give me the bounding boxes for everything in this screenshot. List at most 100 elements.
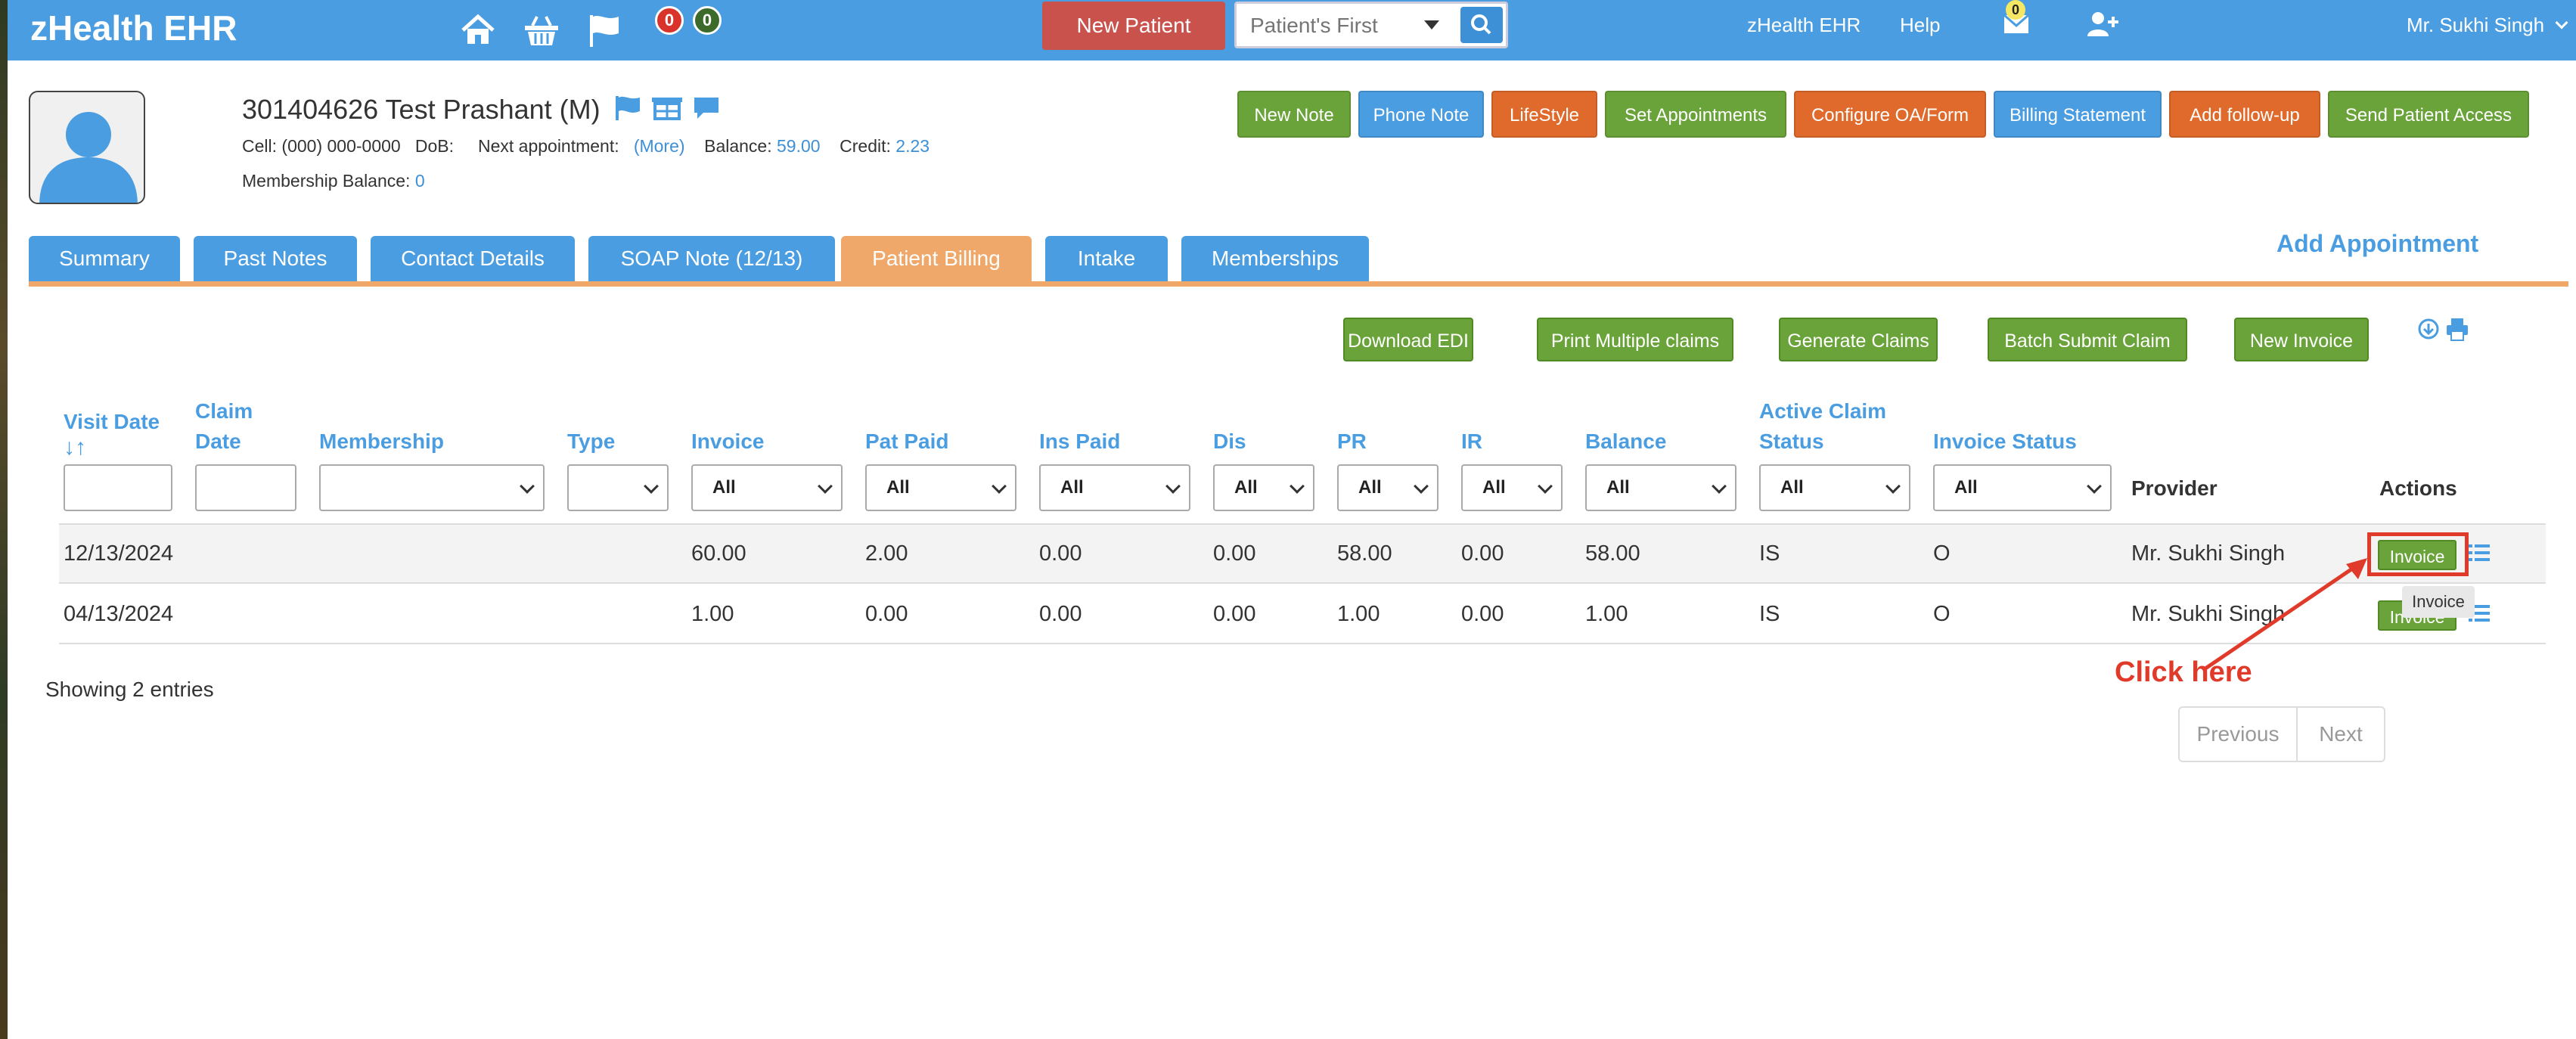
tab-summary[interactable]: Summary — [29, 236, 180, 281]
patient-name-line: 301404626 Test Prashant (M) — [242, 94, 722, 126]
filter-claim-date[interactable] — [195, 464, 296, 511]
person-silhouette-icon — [39, 112, 138, 203]
chevron-down-icon — [1885, 479, 1901, 494]
tab-contact-details[interactable]: Contact Details — [371, 236, 575, 281]
brand-logo[interactable]: zHealth EHR — [30, 8, 237, 48]
user-name: Mr. Sukhi Singh — [2407, 14, 2545, 36]
ehr-link[interactable]: zHealth EHR — [1747, 14, 1861, 37]
chevron-down-icon — [1538, 479, 1553, 494]
set-appointments-button[interactable]: Set Appointments — [1605, 91, 1786, 138]
header-visit-date[interactable]: Visit Date ↓↑ — [64, 407, 160, 459]
header-claim-date[interactable]: Claim Date — [195, 396, 253, 457]
cell-label: Cell: — [242, 136, 278, 156]
patient-search-input[interactable] — [1250, 8, 1417, 43]
print-multiple-claims-button[interactable]: Print Multiple claims — [1537, 318, 1733, 361]
filter-invoice-status[interactable]: All — [1933, 464, 2112, 511]
filter-visit-date[interactable] — [64, 464, 172, 511]
tab-past-notes[interactable]: Past Notes — [194, 236, 357, 281]
filter-invoice[interactable]: All — [691, 464, 843, 511]
calendar-table-icon[interactable] — [650, 95, 684, 122]
alert-badge-red[interactable]: 0 — [655, 6, 684, 35]
add-appointment-link[interactable]: Add Appointment — [2277, 230, 2478, 258]
tab-soap-note[interactable]: SOAP Note (12/13) — [588, 236, 835, 281]
header-invoice[interactable]: Invoice — [691, 426, 764, 457]
header-ir[interactable]: IR — [1461, 426, 1482, 457]
header-provider: Provider — [2131, 476, 2218, 500]
print-icon[interactable] — [2444, 316, 2470, 342]
tab-memberships[interactable]: Memberships — [1181, 236, 1369, 281]
header-invoice-status[interactable]: Invoice Status — [1933, 426, 2077, 457]
cell-value: (000) 000-0000 — [281, 136, 401, 156]
filter-active-claim-status[interactable]: All — [1759, 464, 1910, 511]
billing-statement-button[interactable]: Billing Statement — [1994, 91, 2162, 138]
filter-pat-paid[interactable]: All — [865, 464, 1016, 511]
pagination-previous[interactable]: Previous — [2178, 706, 2298, 762]
chevron-down-icon — [2555, 16, 2568, 29]
cell-visit-date: 04/13/2024 — [64, 602, 174, 626]
credit-label: Credit: — [840, 136, 891, 156]
alert-badge-green[interactable]: 0 — [693, 6, 722, 35]
add-follow-up-button[interactable]: Add follow-up — [2169, 91, 2320, 138]
cell-invoice-status: O — [1933, 541, 1951, 566]
filter-dis[interactable]: All — [1213, 464, 1314, 511]
configure-oa-form-button[interactable]: Configure OA/Form — [1794, 91, 1986, 138]
send-patient-access-button[interactable]: Send Patient Access — [2328, 91, 2529, 138]
search-dropdown-caret-icon[interactable] — [1424, 20, 1439, 29]
filter-balance[interactable]: All — [1585, 464, 1736, 511]
header-balance[interactable]: Balance — [1585, 426, 1666, 457]
basket-icon[interactable] — [522, 11, 561, 50]
batch-submit-claim-button[interactable]: Batch Submit Claim — [1988, 318, 2187, 361]
filter-pr[interactable]: All — [1337, 464, 1439, 511]
next-appointment-more-link[interactable]: (More) — [634, 136, 685, 156]
cell-claim-status: IS — [1759, 541, 1780, 566]
list-menu-icon[interactable] — [2469, 541, 2490, 564]
cell-invoice-status: O — [1933, 602, 1951, 626]
phone-note-button[interactable]: Phone Note — [1358, 91, 1484, 138]
download-icon[interactable] — [2417, 318, 2440, 340]
header-ins-paid[interactable]: Ins Paid — [1039, 426, 1120, 457]
chevron-down-icon — [2087, 479, 2102, 494]
flag-icon[interactable] — [613, 95, 643, 122]
filter-type[interactable] — [567, 464, 669, 511]
filter-ins-paid[interactable]: All — [1039, 464, 1190, 511]
filter-membership[interactable] — [319, 464, 545, 511]
cell-ir: 0.00 — [1461, 602, 1504, 626]
chat-icon[interactable] — [691, 95, 722, 122]
tab-underline — [29, 281, 2568, 287]
credit-value[interactable]: 2.23 — [895, 136, 930, 156]
header-type[interactable]: Type — [567, 426, 615, 457]
tab-intake[interactable]: Intake — [1045, 236, 1168, 281]
header-pr[interactable]: PR — [1337, 426, 1367, 457]
download-edi-button[interactable]: Download EDI — [1343, 318, 1473, 361]
header-membership[interactable]: Membership — [319, 426, 444, 457]
sort-icon[interactable]: ↓↑ — [64, 436, 160, 459]
cell-ins-paid: 0.00 — [1039, 541, 1082, 566]
tab-patient-billing[interactable]: Patient Billing — [841, 236, 1032, 281]
add-user-icon[interactable] — [2086, 9, 2119, 39]
header-pat-paid[interactable]: Pat Paid — [865, 426, 948, 457]
cell-pr: 58.00 — [1337, 541, 1392, 566]
membership-balance-value[interactable]: 0 — [415, 171, 425, 191]
pagination-next[interactable]: Next — [2296, 706, 2385, 762]
cell-claim-status: IS — [1759, 602, 1780, 626]
user-menu[interactable]: Mr. Sukhi Singh — [2407, 14, 2568, 37]
generate-claims-button[interactable]: Generate Claims — [1779, 318, 1938, 361]
dob-label: DoB: — [414, 136, 455, 156]
patient-search — [1234, 2, 1508, 48]
balance-value[interactable]: 59.00 — [777, 136, 821, 156]
filter-ir[interactable]: All — [1461, 464, 1563, 511]
invoice-tooltip: Invoice — [2402, 586, 2475, 618]
header-dis[interactable]: Dis — [1213, 426, 1246, 457]
search-button[interactable] — [1460, 7, 1503, 43]
help-link[interactable]: Help — [1900, 14, 1940, 37]
cell-visit-date: 12/13/2024 — [64, 541, 174, 566]
home-icon[interactable] — [458, 11, 498, 50]
flag-icon[interactable] — [585, 11, 625, 50]
click-here-annotation: Click here — [2115, 656, 2252, 688]
new-patient-button[interactable]: New Patient — [1042, 2, 1225, 50]
new-note-button[interactable]: New Note — [1237, 91, 1351, 138]
new-invoice-button[interactable]: New Invoice — [2234, 318, 2369, 361]
lifestyle-button[interactable]: LifeStyle — [1491, 91, 1597, 138]
header-active-claim-status[interactable]: Active Claim Status — [1759, 396, 1886, 457]
chevron-down-icon — [818, 479, 833, 494]
